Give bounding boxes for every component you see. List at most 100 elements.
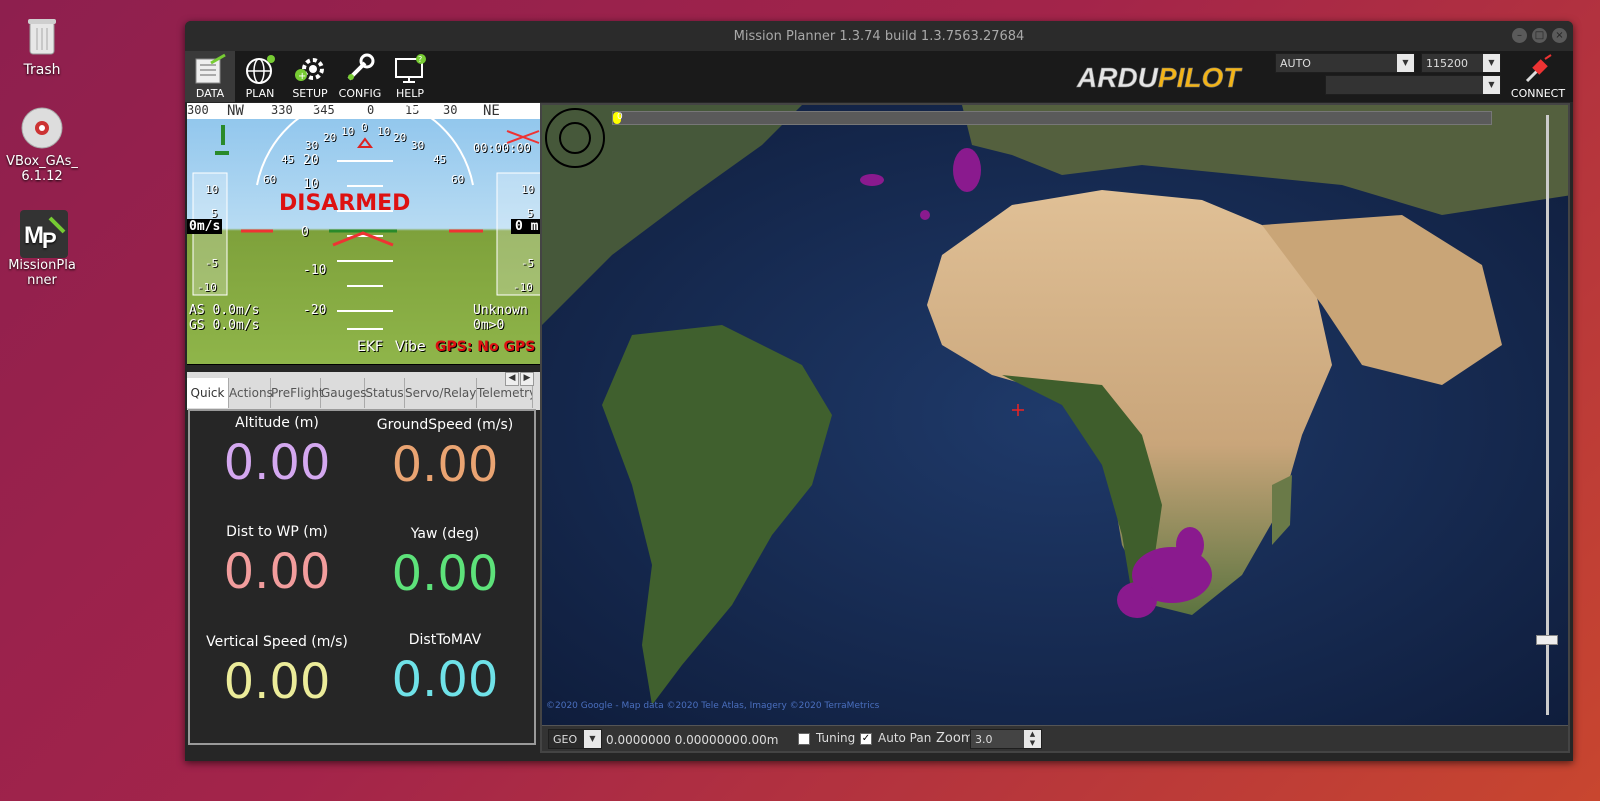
roll-label: 60 <box>263 173 277 186</box>
title-bar[interactable]: Mission Planner 1.3.74 build 1.3.7563.27… <box>185 21 1573 51</box>
toolbar-label: PLAN <box>245 87 275 100</box>
roll-label: 45 <box>281 153 295 166</box>
groundspeed-readout: GS 0.0m/s <box>189 318 260 333</box>
roll-label: 10 <box>341 125 355 138</box>
missionplanner-app-icon: MP <box>20 210 68 258</box>
pitch-label: -20 <box>303 303 327 318</box>
toolbar-setup-button[interactable]: + SETUP <box>285 51 335 102</box>
minimize-button[interactable]: – <box>1512 28 1527 43</box>
vibe-indicator[interactable]: Vibe <box>395 339 426 355</box>
svg-text:+: + <box>298 71 306 82</box>
map-view[interactable]: 0 ©2020 Google - Map data ©2020 Tele Atl… <box>540 103 1570 753</box>
spinner-icon[interactable]: ▲ ▼ <box>1024 730 1041 748</box>
hud-display[interactable]: 300 NW 330 345 0 15 30 NE DISARMED 0m/s … <box>187 103 543 365</box>
quick-panel: Altitude (m) 0.00 GroundSpeed (m/s) 0.00… <box>188 409 536 745</box>
desktop-icon-vbox[interactable]: VBox_GAs_ 6.1.12 <box>4 106 80 184</box>
toolbar-help-button[interactable]: ? HELP <box>385 51 435 102</box>
tab-actions[interactable]: Actions <box>229 378 273 408</box>
tab-scroll-right-button[interactable]: ▶ <box>520 372 534 386</box>
toolbar-label: DATA <box>195 87 225 100</box>
chevron-down-icon[interactable]: ▼ <box>1483 76 1500 94</box>
pitch-label: 0 <box>301 225 309 240</box>
quick-cell-dist-to-mav[interactable]: DistToMAV 0.00 <box>360 632 530 708</box>
window-title: Mission Planner 1.3.74 build 1.3.7563.27… <box>733 28 1025 44</box>
tab-status[interactable]: Status <box>365 378 405 408</box>
svg-text:ARDUPILOT: ARDUPILOT <box>1076 62 1243 93</box>
toolbar-label: CONFIG <box>338 87 382 100</box>
toolbar-label: HELP <box>396 87 424 100</box>
tab-gauges[interactable]: Gauges <box>321 378 367 408</box>
chevron-down-icon[interactable]: ▼ <box>584 730 601 748</box>
zoom-value: 3.0 <box>975 733 993 746</box>
toolbar-data-button[interactable]: DATA <box>185 51 235 102</box>
quick-cell-yaw[interactable]: Yaw (deg) 0.00 <box>360 526 530 602</box>
ekf-indicator[interactable]: EKF <box>357 339 383 355</box>
compass-widget[interactable] <box>544 107 606 169</box>
trash-icon <box>20 14 64 58</box>
mission-planner-window: Mission Planner 1.3.74 build 1.3.7563.27… <box>185 21 1573 761</box>
speed-tape-label: 10 <box>205 183 219 196</box>
connect-button[interactable]: CONNECT <box>1507 51 1569 102</box>
disarmed-status: DISARMED <box>279 191 411 216</box>
quick-value: 0.00 <box>391 437 499 493</box>
main-toolbar: DATA PLAN + SETUP CONFIG ? HELP ARDUPILO… <box>185 51 1573 102</box>
roll-label: 0 <box>361 121 368 134</box>
pitch-label: 10 <box>303 177 319 192</box>
roll-label: 45 <box>433 153 447 166</box>
quick-value: 0.00 <box>391 652 499 708</box>
svg-text:M: M <box>24 222 44 249</box>
tab-servo-relay[interactable]: Servo/Relay <box>405 378 477 408</box>
timer-readout: 00:00:00 <box>473 141 531 155</box>
gps-status: GPS: No GPS <box>435 339 536 355</box>
zoom-slider-thumb[interactable] <box>1536 635 1558 645</box>
quick-cell-vertical-speed[interactable]: Vertical Speed (m/s) 0.00 <box>192 634 362 710</box>
quick-cell-groundspeed[interactable]: GroundSpeed (m/s) 0.00 <box>360 417 530 493</box>
globe-icon <box>235 51 285 87</box>
desktop-icon-label: Trash <box>23 62 61 78</box>
zoom-input[interactable]: 3.0 ▲ ▼ <box>970 729 1042 749</box>
alt-tape-label: 5 <box>527 207 534 220</box>
quick-label: Vertical Speed (m/s) <box>206 634 348 650</box>
alt-tape-label: 10 <box>521 183 535 196</box>
roll-label: 30 <box>411 139 425 152</box>
map-status-bar: GEO ▼ 0.0000000 0.0000000 0.00m Tuning ✓… <box>542 725 1568 751</box>
chevron-down-icon[interactable]: ▼ <box>1483 54 1500 72</box>
roll-label: 60 <box>451 173 465 186</box>
roll-label: 30 <box>305 139 319 152</box>
gear-icon: + <box>285 51 335 87</box>
close-button[interactable]: × <box>1552 28 1567 43</box>
maximize-button[interactable]: □ <box>1532 28 1547 43</box>
alt-readout: 0.00m <box>740 733 779 747</box>
data-icon <box>185 51 235 87</box>
toolbar-label: SETUP <box>292 87 328 100</box>
quick-cell-dist-to-wp[interactable]: Dist to WP (m) 0.00 <box>192 524 362 600</box>
lat-lng-readout: 0.0000000 0.0000000 <box>606 733 740 747</box>
desktop-icon-missionplanner[interactable]: MP MissionPla nner <box>4 210 80 288</box>
chevron-down-icon[interactable]: ▼ <box>1397 54 1414 72</box>
zoom-slider[interactable] <box>1534 115 1560 715</box>
speed-tape-label: -10 <box>197 281 217 294</box>
baud-rate-select[interactable]: 115200 ▼ <box>1421 53 1501 73</box>
tuning-checkbox[interactable] <box>798 731 810 745</box>
monitor-help-icon: ? <box>385 51 435 87</box>
flight-mode-value: AUTO <box>1280 57 1311 70</box>
pitch-label: 20 <box>303 153 319 168</box>
checkbox-icon[interactable] <box>798 732 810 745</box>
map-progress-bar[interactable]: 0 <box>612 111 1492 125</box>
tab-preflight[interactable]: PreFlight <box>271 378 324 408</box>
autopan-label: Auto Pan <box>878 731 932 745</box>
tab-scroll-left-button[interactable]: ◀ <box>505 372 519 386</box>
toolbar-plan-button[interactable]: PLAN <box>235 51 285 102</box>
quick-cell-altitude[interactable]: Altitude (m) 0.00 <box>192 415 362 491</box>
toolbar-config-button[interactable]: CONFIG <box>335 51 385 102</box>
zoom-label: Zoom <box>936 731 974 746</box>
tab-quick[interactable]: Quick <box>187 378 229 408</box>
port-select[interactable]: ▼ <box>1325 75 1501 95</box>
coord-system-select[interactable]: GEO ▼ <box>548 729 602 749</box>
autopan-checkbox[interactable]: ✓ <box>860 731 872 745</box>
checkmark-icon[interactable]: ✓ <box>860 732 872 745</box>
flight-mode-select[interactable]: AUTO ▼ <box>1275 53 1415 73</box>
speed-tape-label: 5 <box>211 207 218 220</box>
hud-speed-readout: 0m/s <box>187 219 223 234</box>
desktop-icon-trash[interactable]: Trash <box>4 14 80 78</box>
